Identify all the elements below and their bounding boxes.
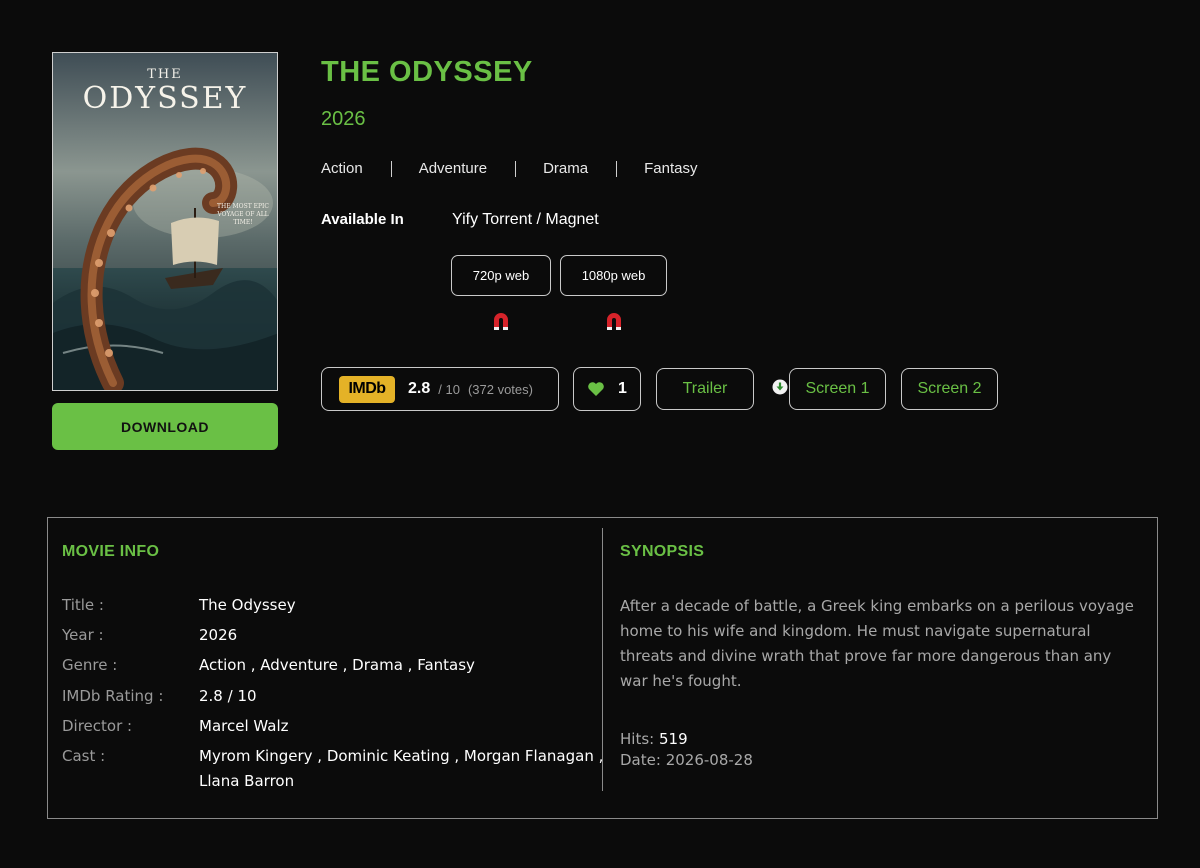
trailer-button[interactable]: Trailer (656, 368, 754, 410)
genre-separator (390, 160, 392, 177)
genre-list: Action Adventure Drama Fantasy (321, 160, 697, 177)
imdb-rating-box[interactable]: IMDb 2.8 / 10 (372 votes) (321, 367, 559, 411)
hits-line: Hits: 519 (620, 730, 688, 748)
genre-item[interactable]: Action (321, 160, 363, 177)
imdb-vote-count: (372 votes) (467, 381, 533, 397)
info-value: The Odyssey (199, 596, 296, 614)
genre-separator (515, 160, 517, 177)
info-value: Llana Barron (199, 772, 295, 790)
info-key: Cast : (62, 747, 106, 765)
imdb-rating-scale: / 10 (438, 381, 460, 397)
movie-info-heading: MOVIE INFO (62, 543, 160, 560)
date-line: Date: 2026-08-28 (620, 751, 753, 769)
info-value: Action , Adventure , Drama , Fantasy (199, 656, 475, 674)
info-value: 2026 (199, 626, 238, 644)
genre-separator (616, 160, 618, 177)
hits-value: 519 (658, 730, 688, 748)
magnet-icon[interactable] (492, 312, 510, 332)
like-count: 1 (618, 380, 627, 397)
quality-720p-button[interactable]: 720p web (451, 255, 551, 296)
screen-1-button[interactable]: Screen 1 (789, 368, 886, 410)
movie-year: 2026 (321, 108, 366, 130)
synopsis-heading: SYNOPSIS (620, 543, 705, 560)
heart-icon (588, 382, 604, 396)
genre-item[interactable]: Fantasy (644, 160, 697, 177)
download-button[interactable]: DOWNLOAD (52, 403, 278, 450)
like-button[interactable]: 1 (573, 367, 641, 411)
info-value: Marcel Walz (199, 717, 289, 735)
available-in-label: Available In (321, 211, 404, 228)
poster-title-big: ODYSSEY (82, 81, 248, 116)
date-value: 2026-08-28 (665, 751, 753, 769)
imdb-logo: IMDb (339, 375, 395, 403)
info-key: Director : (62, 717, 133, 735)
movie-page: THE ODYSSEY THE MOST EPIC VOYAGE OF ALL … (0, 0, 1200, 868)
imdb-rating-value: 2.8 (408, 380, 431, 397)
hits-label: Hits: (620, 730, 655, 748)
poster-title-small: THE (147, 67, 183, 82)
movie-title: THE ODYSSEY (321, 56, 533, 88)
info-key: Year : (62, 626, 104, 644)
download-arrow-icon (772, 379, 788, 395)
info-key: IMDb Rating : (62, 687, 164, 705)
info-key: Title : (62, 596, 104, 614)
poster-tagline: THE MOST EPIC VOYAGE OF ALL TIME! (217, 203, 269, 226)
screen-2-button[interactable]: Screen 2 (901, 368, 998, 410)
quality-1080p-button[interactable]: 1080p web (560, 255, 667, 296)
info-key: Genre : (62, 656, 118, 674)
date-label: Date: (620, 751, 661, 769)
available-source: Yify Torrent / Magnet (452, 211, 599, 228)
genre-item[interactable]: Adventure (419, 160, 487, 177)
synopsis-text: After a decade of battle, a Greek king e… (620, 597, 1134, 690)
genre-item[interactable]: Drama (543, 160, 588, 177)
movie-poster[interactable]: THE ODYSSEY THE MOST EPIC VOYAGE OF ALL … (52, 52, 278, 391)
info-value: 2.8 / 10 (199, 687, 257, 705)
info-value: Myrom Kingery , Dominic Keating , Morgan… (199, 747, 604, 765)
magnet-icon[interactable] (605, 312, 623, 332)
